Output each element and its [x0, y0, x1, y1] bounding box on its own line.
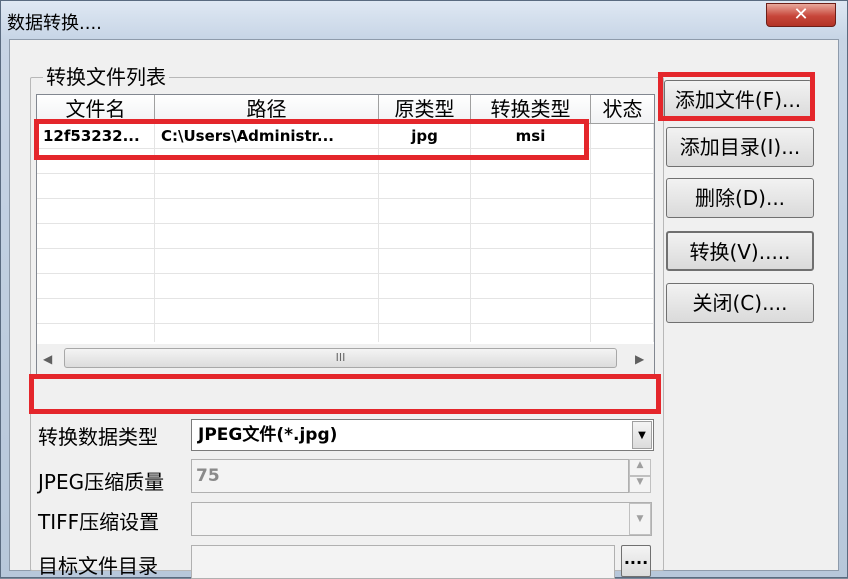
convert-button[interactable]: 转换(V)..... — [666, 231, 814, 271]
empty-row — [37, 174, 654, 199]
empty-row — [37, 274, 654, 299]
empty-row — [37, 249, 654, 274]
close-icon: ✕ — [793, 4, 809, 25]
empty-row — [37, 299, 654, 324]
delete-button[interactable]: 删除(D)... — [666, 178, 814, 218]
tiff-compression-select — [191, 502, 652, 536]
spin-down-icon: ▼ — [629, 476, 651, 493]
chevron-down-icon: ▼ — [629, 503, 651, 535]
empty-row — [37, 324, 654, 342]
empty-row — [37, 224, 654, 249]
window-title: 数据转换.... — [7, 13, 102, 34]
highlight-convert-type — [29, 374, 661, 414]
highlight-add-file — [658, 72, 815, 121]
scroll-right-icon[interactable]: ▶ — [635, 352, 644, 366]
file-list-group-title: 转换文件列表 — [43, 66, 169, 88]
horizontal-scrollbar[interactable]: ◀ III ▶ — [37, 344, 654, 374]
jpeg-quality-field: 75 — [191, 459, 629, 493]
chevron-down-icon[interactable]: ▼ — [632, 421, 652, 449]
close-button[interactable]: 关闭(C).... — [666, 283, 814, 323]
browse-button[interactable]: .... — [621, 545, 651, 577]
cell-status — [591, 124, 654, 149]
scroll-left-icon[interactable]: ◀ — [43, 352, 52, 366]
tiff-compression-label: TIFF压缩设置 — [38, 510, 160, 534]
convert-type-label: 转换数据类型 — [38, 425, 158, 449]
target-dir-label: 目标文件目录 — [38, 554, 158, 578]
spin-up-icon: ▲ — [629, 459, 651, 476]
data-convert-dialog: 数据转换.... ✕ 转换文件列表 文件名 路径 原类型 转换类型 状态 12f… — [0, 0, 848, 579]
title-bar[interactable]: 数据转换.... ✕ — [1, 1, 847, 39]
empty-row — [37, 199, 654, 224]
close-window-button[interactable]: ✕ — [766, 3, 836, 27]
convert-type-select[interactable]: JPEG文件(*.jpg) ▼ — [191, 419, 654, 451]
convert-type-value: JPEG文件(*.jpg) — [198, 425, 338, 445]
scrollbar-thumb[interactable]: III — [64, 348, 617, 368]
highlight-file-row — [34, 119, 589, 160]
target-dir-field — [191, 545, 615, 579]
scrollbar-grip-icon: III — [335, 351, 346, 364]
jpeg-quality-value: 75 — [196, 466, 220, 486]
add-directory-button[interactable]: 添加目录(I)... — [666, 127, 814, 167]
jpeg-quality-label: JPEG压缩质量 — [38, 470, 165, 494]
column-header-status[interactable]: 状态 — [591, 95, 654, 124]
